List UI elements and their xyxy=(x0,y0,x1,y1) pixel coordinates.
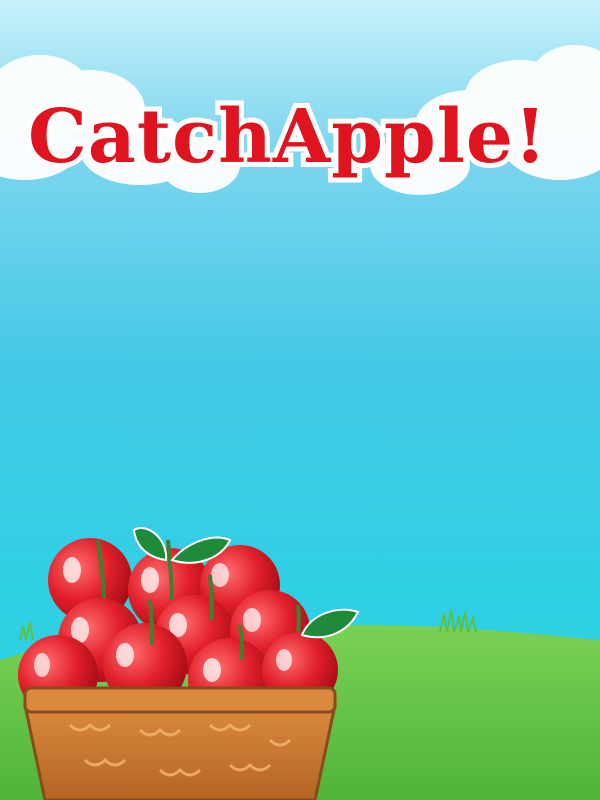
game-title: CatchApple! xyxy=(0,0,600,240)
title-logo: CatchApple! xyxy=(23,89,551,185)
title-text: CatchApple! xyxy=(28,94,547,180)
game-scene: CatchApple! xyxy=(0,0,600,800)
basket-icon xyxy=(23,686,337,800)
